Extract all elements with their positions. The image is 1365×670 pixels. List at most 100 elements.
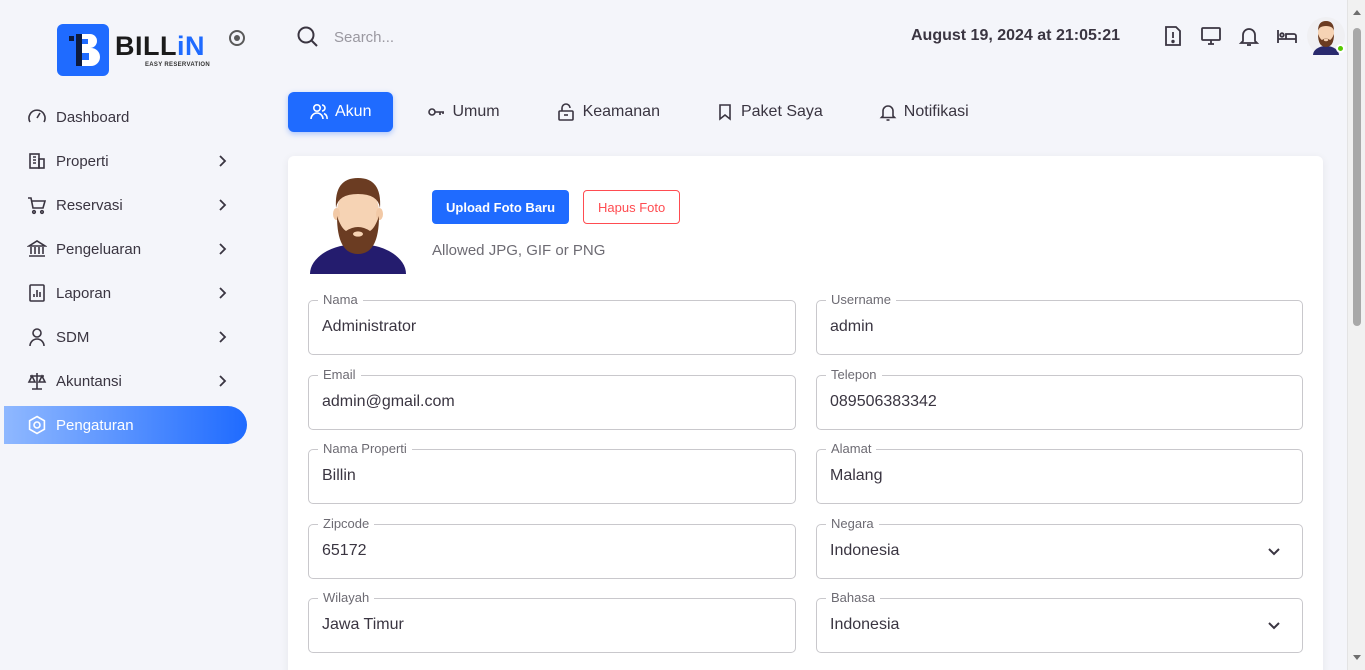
- chevron-right-icon: [219, 375, 227, 387]
- settings-tabs: Akun Umum Keamanan Paket Saya Notifikasi: [288, 92, 1003, 132]
- sidebar-item-label: Properti: [56, 152, 109, 170]
- lock-icon: [556, 102, 576, 122]
- field-label: Email: [318, 367, 361, 382]
- username-field[interactable]: Username admin: [816, 292, 1303, 355]
- building-icon: [26, 150, 48, 172]
- brand-name: BILLiN: [115, 31, 205, 61]
- account-settings-card: Upload Foto Baru Hapus Foto Allowed JPG,…: [288, 156, 1323, 670]
- header-datetime: August 19, 2024 at 21:05:21: [911, 27, 1120, 44]
- settings-icon: [26, 414, 48, 436]
- sidebar-item-label: Dashboard: [56, 108, 130, 126]
- search-input[interactable]: [334, 24, 634, 50]
- field-value: Indonesia: [830, 542, 900, 559]
- sidebar-item-dashboard[interactable]: Dashboard: [4, 98, 247, 136]
- tab-notifikasi[interactable]: Notifikasi: [857, 92, 991, 132]
- field-label: Telepon: [826, 367, 882, 382]
- gauge-icon: [26, 106, 48, 128]
- field-value: admin: [830, 318, 874, 335]
- tab-label: Notifikasi: [903, 103, 969, 120]
- tab-umum[interactable]: Umum: [405, 92, 521, 132]
- scroll-up-arrow-icon[interactable]: [1353, 10, 1361, 15]
- sidebar-item-label: Akuntansi: [56, 372, 122, 390]
- wilayah-field[interactable]: Wilayah Jawa Timur: [308, 590, 796, 653]
- zipcode-field[interactable]: Zipcode 65172: [308, 516, 796, 579]
- field-label: Nama Properti: [318, 441, 412, 456]
- tab-label: Akun: [335, 103, 372, 120]
- sidebar-item-pengeluaran[interactable]: Pengeluaran: [4, 230, 247, 268]
- field-label: Zipcode: [318, 516, 375, 531]
- nama-field[interactable]: Nama Administrator: [308, 292, 796, 355]
- nama-properti-field[interactable]: Nama Properti Billin: [308, 441, 796, 504]
- online-status-dot: [1336, 44, 1345, 53]
- chevron-right-icon: [219, 199, 227, 211]
- field-label: Wilayah: [318, 590, 375, 605]
- bell-icon: [879, 103, 897, 121]
- tab-keamanan[interactable]: Keamanan: [534, 92, 682, 132]
- users-icon: [310, 103, 328, 121]
- sidebar-item-label: Pengeluaran: [56, 240, 142, 258]
- sidebar-item-pengaturan[interactable]: Pengaturan: [4, 406, 247, 444]
- field-value: Indonesia: [830, 616, 900, 633]
- chevron-down-icon: [1268, 622, 1280, 630]
- sidebar-item-sdm[interactable]: SDM: [4, 318, 247, 356]
- alamat-field[interactable]: Alamat Malang: [816, 441, 1303, 504]
- monitor-icon[interactable]: [1199, 24, 1223, 48]
- bed-icon[interactable]: [1275, 24, 1299, 48]
- sidebar-item-laporan[interactable]: Laporan: [4, 274, 247, 312]
- sidebar-item-label: SDM: [56, 328, 90, 346]
- tab-label: Umum: [452, 103, 500, 120]
- sidebar-item-label: Pengaturan: [56, 416, 134, 434]
- scroll-thumb[interactable]: [1353, 28, 1361, 326]
- sidebar-nav: Dashboard Properti Reservasi Pengeluaran: [4, 98, 247, 450]
- field-value: Malang: [830, 467, 883, 484]
- sidebar-item-akuntansi[interactable]: Akuntansi: [4, 362, 247, 400]
- field-label: Bahasa: [826, 590, 881, 605]
- field-label: Negara: [826, 516, 879, 531]
- logo-mark-icon: [57, 24, 109, 76]
- tab-paket-saya[interactable]: Paket Saya: [694, 92, 845, 132]
- sidebar-collapse-toggle[interactable]: [229, 30, 245, 46]
- negara-select[interactable]: Negara Indonesia: [816, 516, 1303, 579]
- top-header: August 19, 2024 at 21:05:21: [260, 0, 1345, 72]
- bahasa-select[interactable]: Bahasa Indonesia: [816, 590, 1303, 653]
- alert-icon[interactable]: [1161, 24, 1185, 48]
- sidebar: BILLiN EASY RESERVATION Dashboard Proper…: [0, 0, 260, 670]
- upload-photo-button[interactable]: Upload Foto Baru: [432, 190, 570, 224]
- chevron-down-icon: [1268, 548, 1280, 556]
- sidebar-item-label: Laporan: [56, 284, 112, 302]
- telepon-field[interactable]: Telepon 089506383342: [816, 367, 1303, 430]
- search-icon[interactable]: [296, 25, 320, 54]
- delete-photo-button[interactable]: Hapus Foto: [583, 190, 681, 224]
- field-label: Username: [826, 292, 896, 307]
- bookmark-icon: [716, 103, 734, 121]
- chevron-right-icon: [219, 287, 227, 299]
- user-avatar[interactable]: [1307, 17, 1345, 55]
- cart-icon: [26, 194, 48, 216]
- sidebar-item-label: Reservasi: [56, 196, 123, 214]
- photo-format-hint: Allowed JPG, GIF or PNG: [432, 242, 606, 259]
- email-field[interactable]: Email admin@gmail.com: [308, 367, 796, 430]
- sidebar-item-properti[interactable]: Properti: [4, 142, 247, 180]
- scale-icon: [26, 370, 48, 392]
- brand-logo[interactable]: BILLiN EASY RESERVATION: [57, 24, 210, 76]
- page-scrollbar[interactable]: [1347, 0, 1365, 670]
- field-label: Nama: [318, 292, 363, 307]
- tab-akun[interactable]: Akun: [288, 92, 394, 132]
- field-value: Billin: [322, 467, 356, 484]
- chevron-right-icon: [219, 243, 227, 255]
- user-icon: [26, 326, 48, 348]
- scroll-down-arrow-icon[interactable]: [1353, 655, 1361, 660]
- key-icon: [427, 103, 445, 121]
- field-value: 089506383342: [830, 393, 937, 410]
- field-value: Administrator: [322, 318, 417, 335]
- chevron-right-icon: [219, 331, 227, 343]
- field-label: Alamat: [826, 441, 877, 456]
- brand-tagline: EASY RESERVATION: [145, 62, 211, 68]
- field-value: admin@gmail.com: [322, 393, 455, 410]
- profile-photo: [308, 174, 408, 274]
- bell-icon[interactable]: [1237, 24, 1261, 48]
- report-icon: [26, 282, 48, 304]
- chevron-right-icon: [219, 155, 227, 167]
- sidebar-item-reservasi[interactable]: Reservasi: [4, 186, 247, 224]
- field-value: Jawa Timur: [322, 616, 404, 633]
